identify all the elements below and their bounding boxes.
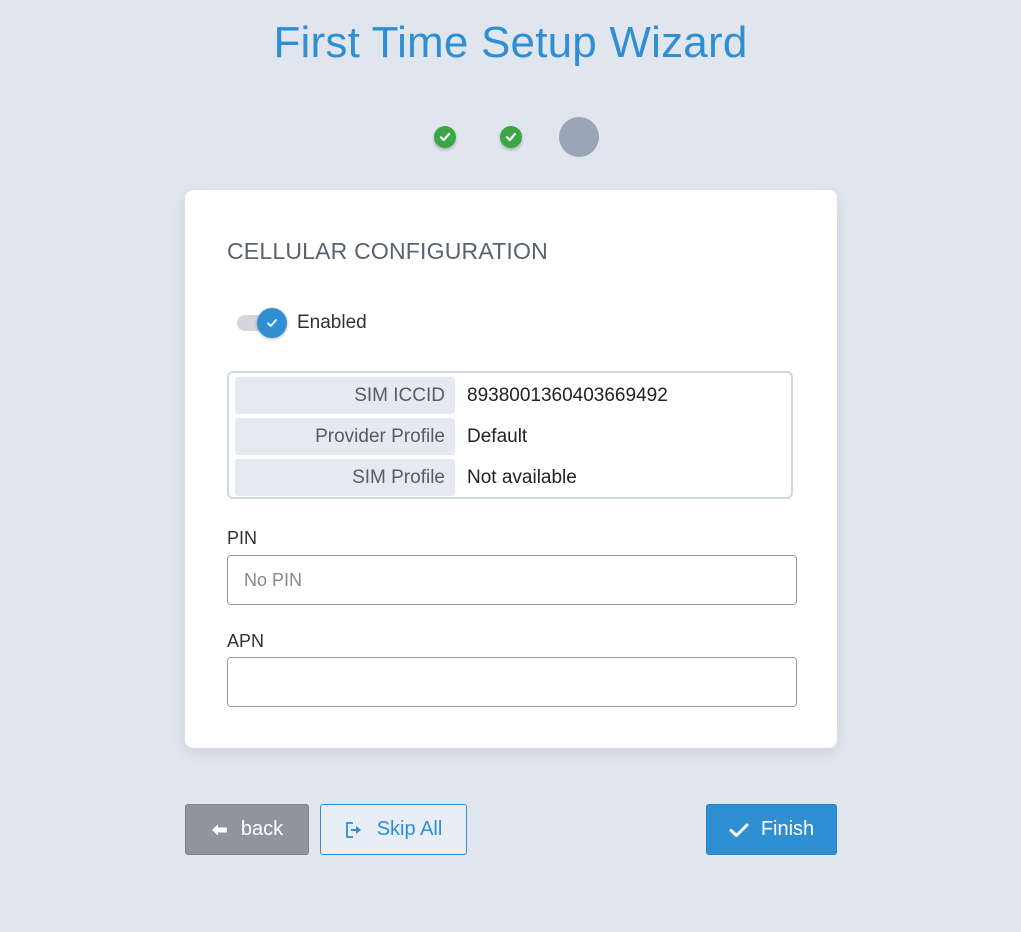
step-3-current [559, 117, 599, 157]
provider-profile-key: Provider Profile [235, 418, 455, 455]
back-label: back [240, 818, 284, 840]
sim-profile-key: SIM Profile [235, 459, 455, 496]
section-title: CELLULAR CONFIGURATION [227, 238, 548, 264]
skip-all-button[interactable]: Skip All [320, 804, 467, 855]
check-icon [439, 132, 451, 142]
table-row: SIM Profile Not available [235, 459, 791, 496]
page-title: First Time Setup Wizard [273, 18, 748, 67]
table-row: SIM ICCID 8938001360403669492 [235, 377, 791, 414]
skip-all-label: Skip All [376, 818, 443, 840]
apn-input[interactable] [227, 657, 797, 707]
finish-button[interactable]: Finish [706, 804, 837, 855]
sim-info-table: SIM ICCID 8938001360403669492 Provider P… [227, 371, 793, 499]
check-icon [505, 132, 517, 142]
wizard-steps [0, 117, 1021, 157]
sim-iccid-key: SIM ICCID [235, 377, 455, 414]
apn-label: APN [227, 631, 265, 651]
arrow-left-icon [211, 823, 229, 837]
step-2-complete [500, 126, 522, 148]
provider-profile-value: Default [467, 425, 528, 447]
toggle-knob [257, 308, 287, 338]
cellular-configuration-card: CELLULAR CONFIGURATION Enabled SIM ICCID… [185, 190, 837, 748]
sign-out-icon [345, 821, 365, 839]
finish-label: Finish [760, 818, 815, 840]
back-button[interactable]: back [185, 804, 309, 855]
table-row: Provider Profile Default [235, 418, 791, 455]
check-icon [729, 822, 749, 838]
toggle-label: Enabled [297, 312, 367, 333]
pin-input[interactable] [227, 555, 797, 605]
step-1-complete [434, 126, 456, 148]
check-icon [267, 319, 277, 327]
sim-profile-value: Not available [467, 466, 577, 488]
pin-label: PIN [227, 528, 258, 548]
sim-iccid-value: 8938001360403669492 [467, 384, 668, 406]
